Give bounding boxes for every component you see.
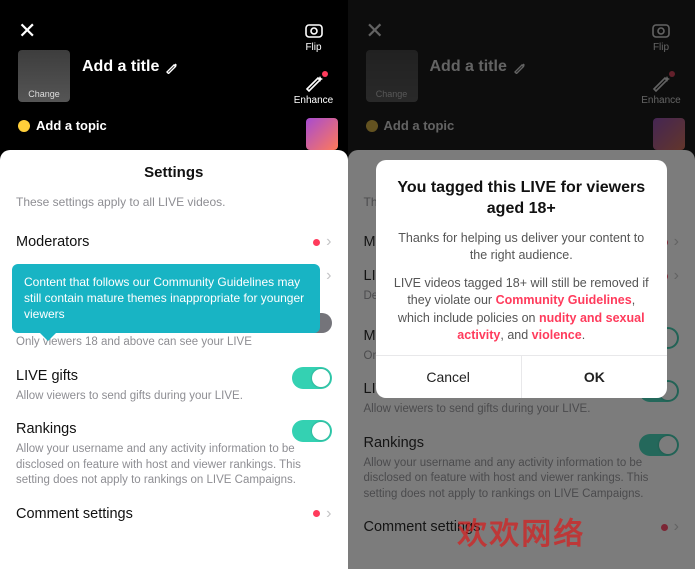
rankings-desc: Allow your username and any activity inf… (16, 442, 332, 489)
gifts-label: LIVE gifts (16, 368, 78, 384)
add-topic-label: Add a topic (36, 118, 107, 133)
close-icon[interactable]: ✕ (18, 18, 36, 44)
title-placeholder: Add a title (82, 58, 159, 76)
row-rankings: Rankings Allow your username and any act… (16, 410, 332, 495)
pencil-icon (165, 60, 179, 74)
dot-icon (313, 239, 320, 246)
moderators-label: Moderators (16, 234, 89, 250)
settings-heading: Settings (16, 164, 332, 181)
top-bar: ✕ Flip Enhance Change Add a title A (0, 0, 348, 150)
row-live-gifts: LIVE gifts Allow viewers to send gifts d… (16, 357, 332, 411)
mature-desc: Only viewers 18 and above can see your L… (16, 335, 332, 351)
mature-tooltip: Content that follows our Community Guide… (12, 264, 320, 333)
row-moderators[interactable]: Moderators › (16, 223, 332, 257)
screenshot-right: ✕ Flip Enhance Change Add a title Add (348, 0, 695, 569)
rankings-toggle[interactable] (292, 420, 332, 442)
comments-label: Comment settings (16, 506, 133, 522)
effects-thumbnail[interactable] (306, 118, 338, 150)
gifts-desc: Allow viewers to send gifts during your … (16, 389, 332, 405)
title-block: Change Add a title (18, 50, 179, 102)
row-comment-settings[interactable]: Comment settings › (16, 495, 332, 529)
flip-button[interactable]: Flip (290, 22, 338, 53)
enhance-icon (303, 73, 325, 93)
community-guidelines-link[interactable]: Community Guidelines (496, 293, 632, 307)
enhance-button[interactable]: Enhance (290, 73, 338, 106)
age-confirm-modal: You tagged this LIVE for viewers aged 18… (376, 160, 668, 398)
screenshot-left: ✕ Flip Enhance Change Add a title A (0, 0, 348, 569)
modal-paragraph2: LIVE videos tagged 18+ will still be rem… (394, 275, 650, 345)
add-topic-row[interactable]: Add a topic (18, 118, 107, 133)
settings-intro: These settings apply to all LIVE videos. (16, 195, 332, 209)
rankings-label: Rankings (16, 421, 76, 437)
ok-button[interactable]: OK (522, 356, 667, 398)
enhance-label: Enhance (290, 95, 338, 106)
enhance-dot-icon (322, 71, 328, 77)
modal-title: You tagged this LIVE for viewers aged 18… (394, 178, 650, 220)
gifts-toggle[interactable] (292, 367, 332, 389)
cancel-button[interactable]: Cancel (376, 356, 522, 398)
flip-icon (303, 22, 325, 40)
modal-buttons: Cancel OK (376, 355, 668, 398)
title-input[interactable]: Add a title (82, 50, 179, 76)
cover-thumbnail[interactable]: Change (18, 50, 70, 102)
right-action-column: Flip Enhance (290, 22, 338, 126)
change-cover-label: Change (18, 89, 70, 99)
chevron-right-icon: › (326, 233, 331, 251)
settings-sheet: Settings These settings apply to all LIV… (0, 150, 348, 569)
flip-label: Flip (290, 42, 338, 53)
chevron-right-icon: › (326, 267, 331, 285)
topic-emoji-icon (18, 120, 30, 132)
dot-icon (313, 510, 320, 517)
modal-paragraph1: Thanks for helping us deliver your conte… (394, 230, 650, 265)
chevron-right-icon: › (326, 505, 331, 523)
